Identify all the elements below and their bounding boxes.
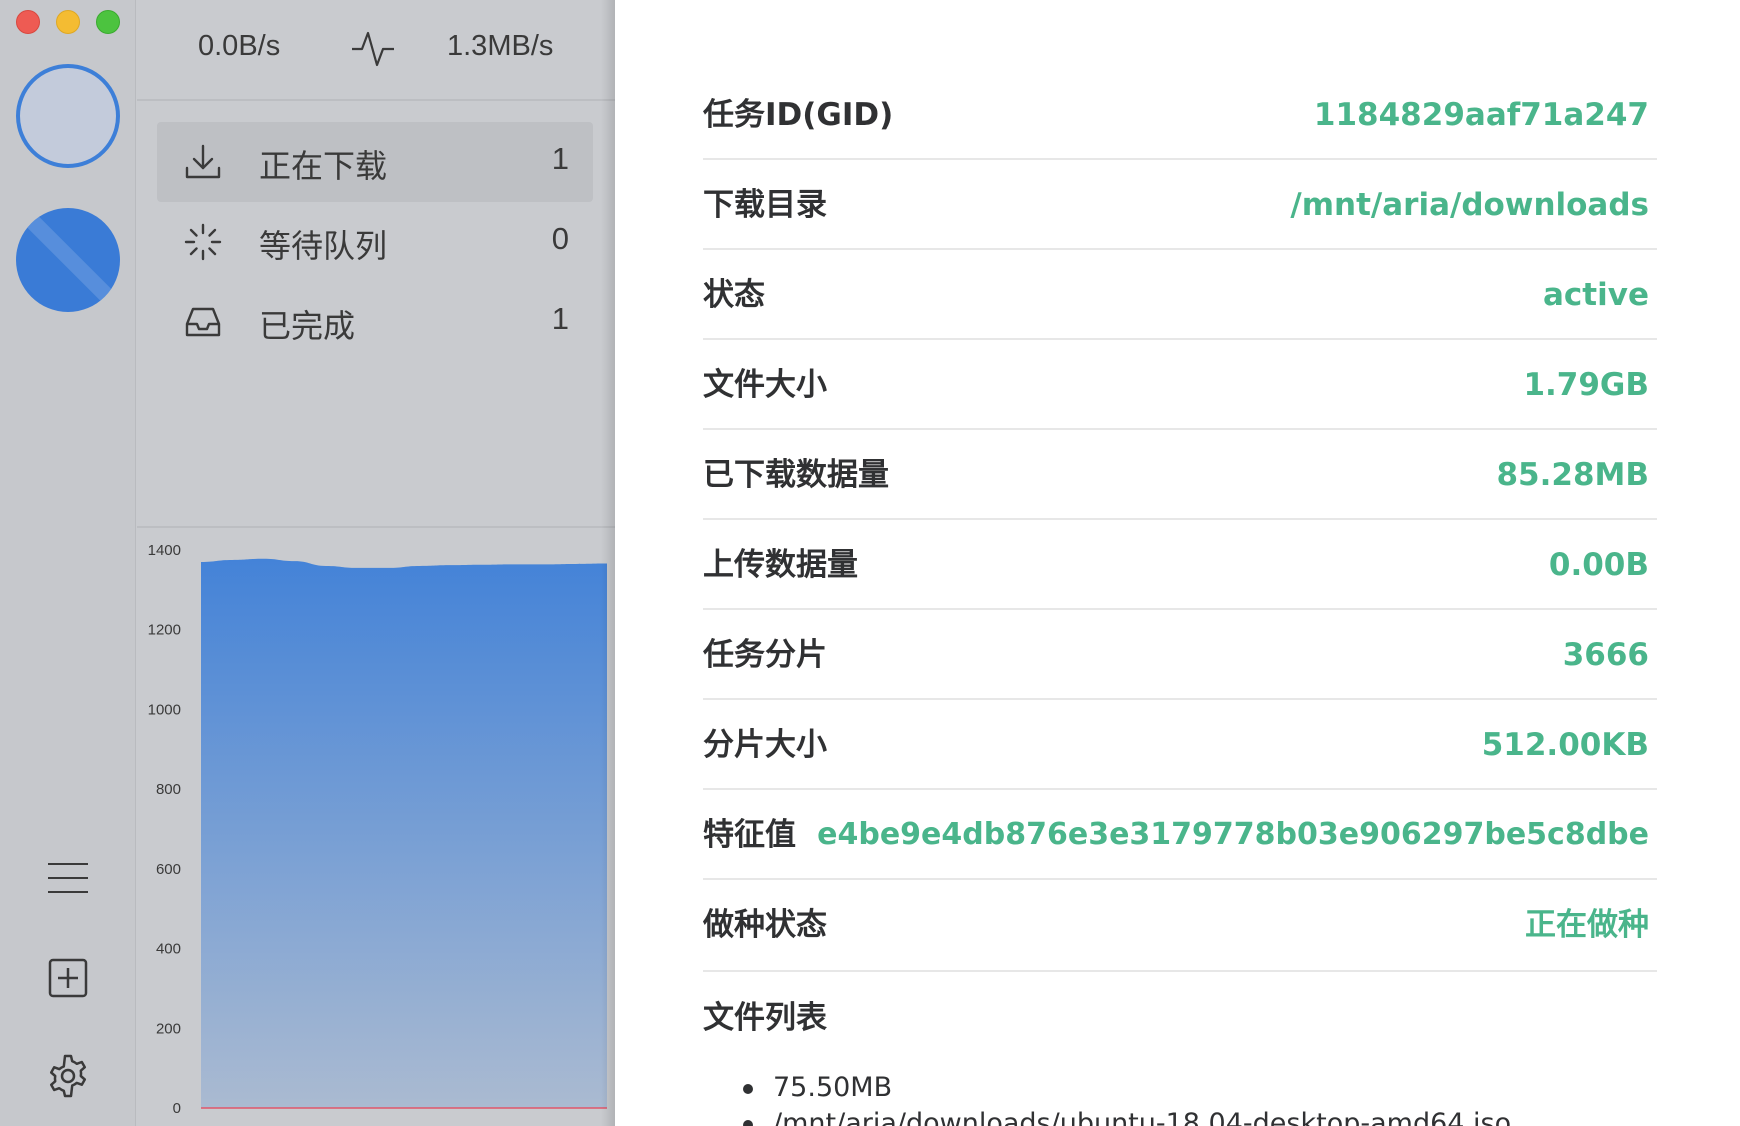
nav-item-waiting[interactable]: 等待队列 0: [157, 202, 593, 282]
detail-label: 状态: [703, 277, 765, 313]
detail-value: /mnt/aria/downloads: [1290, 187, 1649, 223]
detail-row: 文件大小 1.79GB: [703, 340, 1657, 430]
files-list: 75.50MB/mnt/aria/downloads/ubuntu-18.04-…: [742, 1070, 1511, 1126]
detail-row: 任务分片 3666: [703, 610, 1657, 700]
task-details-pane: 任务ID(GID) 1184829aaf71a247 下载目录/mnt/aria/d…: [615, 0, 1740, 1126]
detail-value: active: [1543, 277, 1649, 313]
detail-row: 分片大小 512.00KB: [703, 700, 1657, 790]
files-list-label: 文件列表: [703, 1000, 827, 1036]
nav-label: 正在下载: [259, 147, 388, 185]
detail-row: 已下载数据量 85.28MB: [703, 430, 1657, 520]
gear-icon[interactable]: [44, 1052, 92, 1100]
detail-label: 下载目录: [703, 187, 827, 223]
y-tick-label: 0: [173, 1100, 181, 1117]
nav-count: 1: [551, 301, 569, 336]
y-tick-label: 200: [156, 1020, 181, 1037]
detail-value: 3666: [1562, 637, 1649, 673]
y-tick-label: 400: [156, 941, 181, 958]
detail-value: 1184829aaf71a247: [1313, 97, 1649, 133]
detail-label: 任务分片: [703, 637, 827, 673]
y-tick-label: 1400: [148, 542, 181, 559]
detail-row: 上传数据量 0.00B: [703, 520, 1657, 610]
y-tick-label: 1000: [148, 701, 181, 718]
inbox-icon: [185, 307, 221, 337]
y-tick-label: 1200: [148, 622, 181, 639]
detail-row: 特征值 e4be9e4db876e3e3179778b03e906297be5c8…: [703, 790, 1657, 880]
nav-label: 等待队列: [259, 227, 388, 265]
app-rail: [0, 0, 136, 1126]
detail-label: 分片大小: [703, 727, 827, 763]
detail-label: 做种状态: [703, 907, 827, 943]
detail-value: 1.79GB: [1523, 367, 1649, 403]
speed-chart: 1400 1200 1000 800 600 400 200 0: [137, 526, 615, 1126]
speed-chart-svg: 1400 1200 1000 800 600 400 200 0: [148, 542, 607, 1117]
detail-label: 已下载数据量: [703, 457, 889, 493]
zoom-window-button[interactable]: [96, 10, 120, 34]
close-window-button[interactable]: [16, 10, 40, 34]
detail-row: 状态 active: [703, 250, 1657, 340]
nav-item-downloading[interactable]: 正在下载 1: [157, 122, 593, 202]
detail-value: 正在做种: [1525, 907, 1649, 943]
add-task-icon[interactable]: [44, 954, 92, 1002]
speed-bar: 0.0B/s 1.3MB/s: [137, 0, 615, 101]
detail-value: 0.00B: [1548, 547, 1649, 583]
pane-shadow: [601, 0, 615, 1126]
nav-count: 0: [551, 221, 569, 256]
server-avatar-2[interactable]: [16, 208, 120, 312]
nav-item-completed[interactable]: 已完成 1: [157, 282, 593, 362]
detail-row: 下载目录/mnt/aria/downloads: [703, 160, 1657, 250]
spinner-icon: [184, 223, 222, 261]
detail-value: e4be9e4db876e3e3179778b03e906297be5c8dbe: [817, 817, 1649, 852]
server-avatar-1[interactable]: [16, 64, 120, 168]
upload-speed: 1.3MB/s: [447, 30, 554, 62]
y-tick-label: 600: [156, 861, 181, 878]
file-list-item: /mnt/aria/downloads/ubuntu-18.04-desktop…: [742, 1106, 1511, 1126]
detail-label: 上传数据量: [703, 547, 858, 583]
activity-pulse-icon: [352, 31, 394, 67]
download-icon: [185, 144, 221, 179]
detail-value: 85.28MB: [1496, 457, 1649, 493]
detail-value: 512.00KB: [1481, 727, 1649, 763]
detail-label: 任务ID(GID): [703, 97, 894, 133]
download-speed-area: [201, 558, 607, 1108]
detail-row: 做种状态 正在做种: [703, 880, 1657, 972]
detail-label: 文件大小: [703, 367, 827, 403]
detail-row: 任务ID(GID) 1184829aaf71a247: [703, 70, 1657, 160]
task-list-pane: 0.0B/s 1.3MB/s 正在下载 1 等待队列 0 已完成 1 1400 …: [137, 0, 615, 1126]
menu-icon[interactable]: [44, 854, 92, 902]
y-tick-label: 800: [156, 781, 181, 798]
nav-count: 1: [551, 141, 569, 176]
detail-label: 特征值: [703, 817, 796, 853]
minimize-window-button[interactable]: [56, 10, 80, 34]
nav-label: 已完成: [259, 307, 356, 345]
download-speed: 0.0B/s: [198, 30, 281, 62]
file-list-item: 75.50MB: [742, 1070, 1511, 1106]
avatar-stripe: [16, 208, 120, 312]
